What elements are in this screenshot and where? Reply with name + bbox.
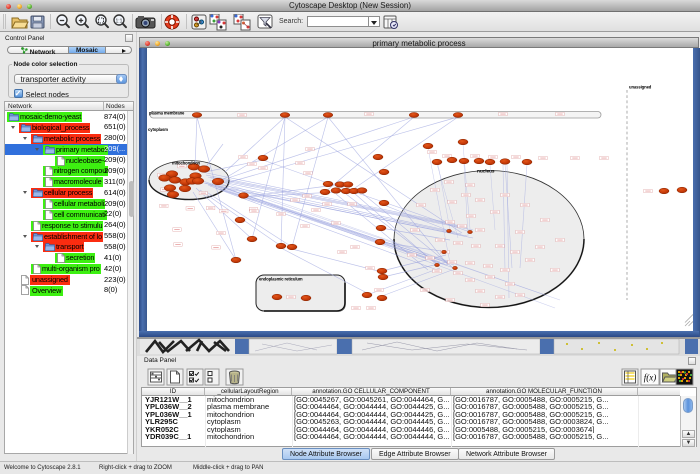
svg-text:1:1: 1:1 bbox=[116, 19, 123, 25]
svg-text:cytoplasm: cytoplasm bbox=[148, 127, 168, 132]
svg-text:f(x): f(x) bbox=[644, 373, 657, 383]
svg-text:plasma membrane: plasma membrane bbox=[149, 111, 185, 116]
svg-text:mitochondrion: mitochondrion bbox=[172, 161, 201, 166]
svg-text:unassigned: unassigned bbox=[629, 85, 652, 90]
svg-text:nucleus: nucleus bbox=[477, 169, 495, 175]
svg-text:endoplasmic reticulum: endoplasmic reticulum bbox=[259, 277, 303, 282]
